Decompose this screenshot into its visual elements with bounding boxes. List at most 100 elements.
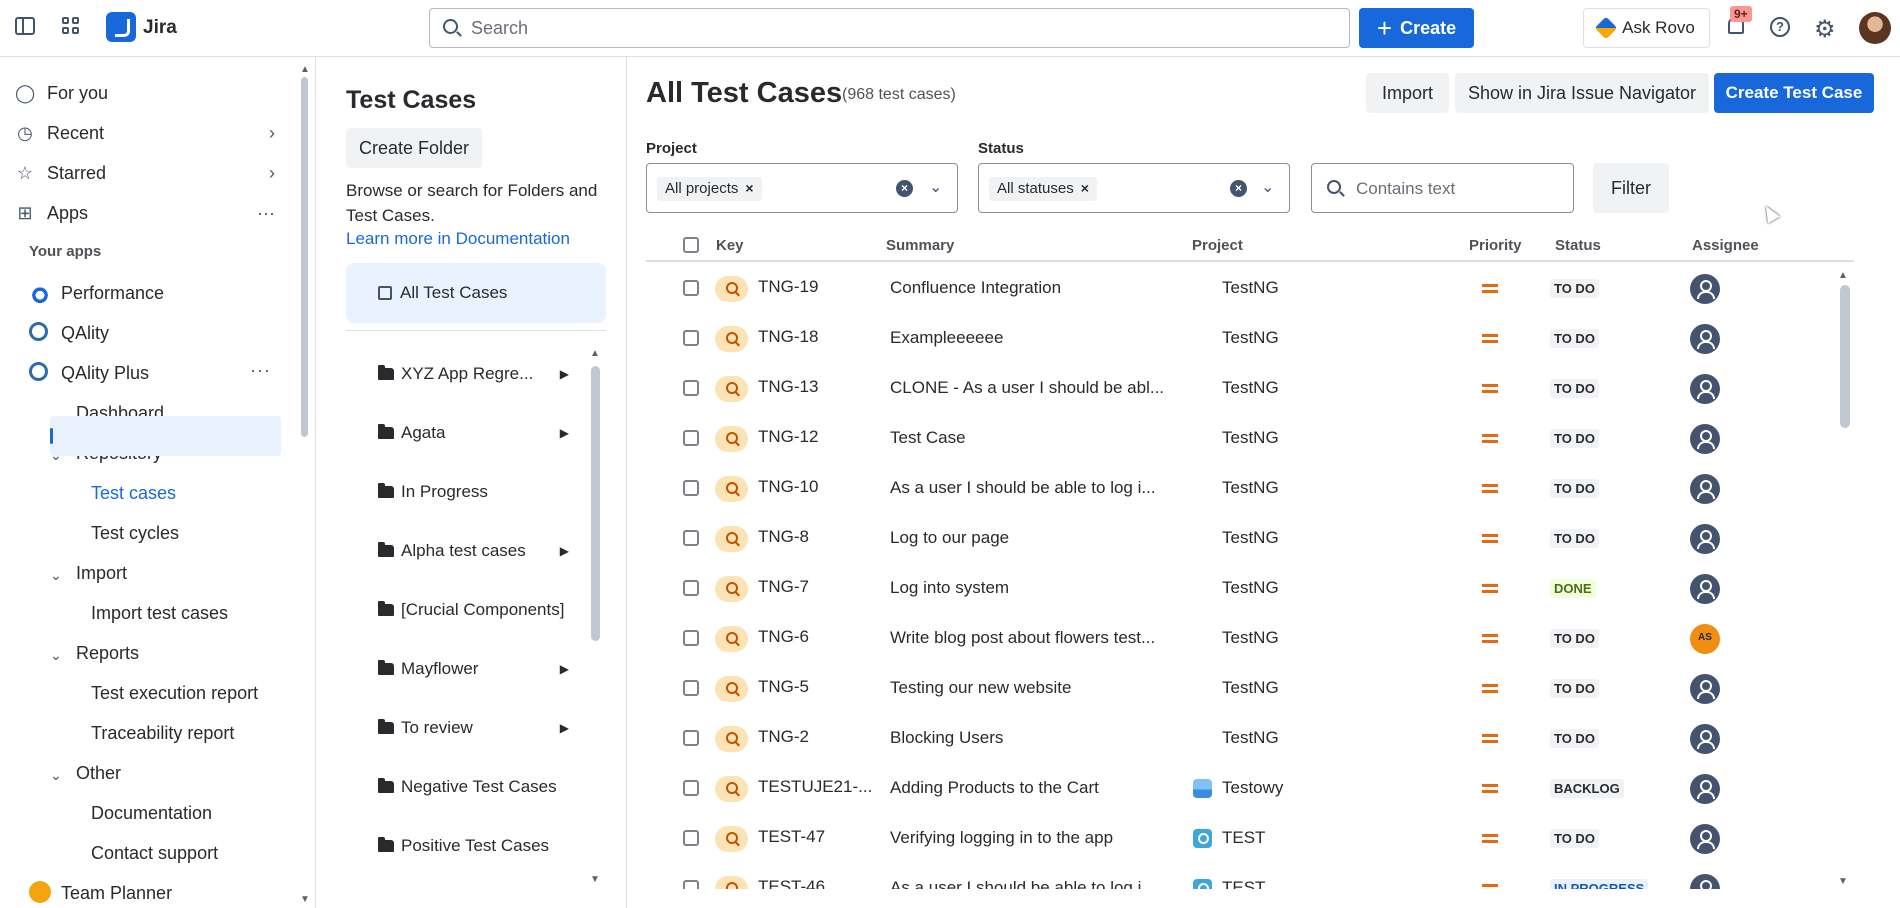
folder-scrollbar-thumb[interactable] xyxy=(591,366,600,641)
unassigned-avatar-icon[interactable] xyxy=(1690,424,1720,454)
row-key[interactable]: TNG-8 xyxy=(758,527,809,547)
unassigned-avatar-icon[interactable] xyxy=(1690,874,1720,889)
row-summary[interactable]: Exampleeeeee xyxy=(890,328,1003,348)
unassigned-avatar-icon[interactable] xyxy=(1690,674,1720,704)
unassigned-avatar-icon[interactable] xyxy=(1690,824,1720,854)
scroll-up-arrow-icon[interactable]: ▲ xyxy=(300,64,310,75)
folder-item[interactable]: To review ▶ xyxy=(378,713,573,743)
user-avatar[interactable] xyxy=(1859,12,1891,44)
create-button[interactable]: + Create xyxy=(1359,8,1474,48)
chevron-right-icon[interactable]: ▶ xyxy=(560,544,569,558)
clear-icon[interactable]: × xyxy=(896,180,913,197)
table-row[interactable]: TNG-13 CLONE - As a user I should be abl.… xyxy=(646,364,1841,414)
column-priority[interactable]: Priority xyxy=(1469,237,1522,254)
show-in-issue-navigator-button[interactable]: Show in Jira Issue Navigator xyxy=(1455,73,1709,113)
sidebar-item-for-you[interactable]: ◯ For you xyxy=(15,76,275,110)
search-input[interactable]: Search xyxy=(429,8,1350,48)
table-row[interactable]: TNG-10 As a user I should be able to log … xyxy=(646,464,1841,514)
table-row[interactable]: TEST-46 As a user I should be able to log… xyxy=(646,864,1841,889)
row-key[interactable]: TNG-13 xyxy=(758,377,818,397)
unassigned-avatar-icon[interactable] xyxy=(1690,724,1720,754)
row-checkbox[interactable] xyxy=(683,330,699,346)
ask-rovo-button[interactable]: Ask Rovo xyxy=(1583,8,1710,48)
row-summary[interactable]: Verifying logging in to the app xyxy=(890,828,1113,848)
remove-chip-icon[interactable]: × xyxy=(1081,180,1089,196)
scrollbar-thumb[interactable] xyxy=(301,77,308,437)
row-key[interactable]: TEST-46 xyxy=(758,877,825,889)
row-checkbox[interactable] xyxy=(683,280,699,296)
jira-logo-icon[interactable] xyxy=(106,12,136,42)
unassigned-avatar-icon[interactable] xyxy=(1690,524,1720,554)
column-status[interactable]: Status xyxy=(1555,237,1601,254)
row-checkbox[interactable] xyxy=(683,780,699,796)
row-checkbox[interactable] xyxy=(683,430,699,446)
chevron-down-icon[interactable]: ⌄ xyxy=(50,767,62,784)
sidebar-item-documentation[interactable]: Documentation xyxy=(91,803,212,824)
import-button[interactable]: Import xyxy=(1366,73,1449,113)
row-checkbox[interactable] xyxy=(683,730,699,746)
sidebar-item-test-cases[interactable]: Test cases xyxy=(91,483,176,504)
scroll-up-arrow-icon[interactable]: ▲ xyxy=(1838,270,1848,281)
scroll-down-arrow-icon[interactable]: ▼ xyxy=(1838,876,1848,887)
folder-item[interactable]: [Crucial Components] xyxy=(378,595,573,625)
column-assignee[interactable]: Assignee xyxy=(1692,237,1759,254)
scroll-up-arrow-icon[interactable]: ▲ xyxy=(590,348,600,359)
table-row[interactable]: TNG-19 Confluence Integration TestNG TO DO xyxy=(646,264,1841,314)
chevron-right-icon[interactable]: ▶ xyxy=(560,426,569,440)
row-summary[interactable]: As a user I should be able to log i... xyxy=(890,878,1156,889)
sidebar-item-import-test-cases[interactable]: Import test cases xyxy=(91,603,228,624)
more-actions-icon[interactable]: ··· xyxy=(257,203,275,224)
sidebar-app-qality[interactable]: QAlity xyxy=(61,323,109,344)
sidebar-item-test-cycles[interactable]: Test cycles xyxy=(91,523,179,544)
row-checkbox[interactable] xyxy=(683,580,699,596)
row-summary[interactable]: Testing our new website xyxy=(890,678,1071,698)
folder-item[interactable]: Alpha test cases ▶ xyxy=(378,536,573,566)
folder-item[interactable]: Negative Test Cases xyxy=(378,772,573,802)
sidebar-scrollbar[interactable] xyxy=(296,57,312,908)
table-row[interactable]: TEST-47 Verifying logging in to the app TE… xyxy=(646,814,1841,864)
assignee-avatar[interactable]: AS xyxy=(1690,624,1720,654)
chevron-down-icon[interactable]: ⌄ xyxy=(50,647,62,664)
status-filter-select[interactable]: All statuses × × ⌄ xyxy=(978,163,1290,213)
folder-item[interactable]: Agata ▶ xyxy=(378,418,573,448)
unassigned-avatar-icon[interactable] xyxy=(1690,374,1720,404)
table-row[interactable]: TNG-5 Testing our new website TestNG TO DO xyxy=(646,664,1841,714)
select-all-checkbox[interactable] xyxy=(683,237,699,253)
row-checkbox[interactable] xyxy=(683,680,699,696)
row-summary[interactable]: Log to our page xyxy=(890,528,1009,548)
remove-chip-icon[interactable]: × xyxy=(745,180,753,196)
row-key[interactable]: TNG-10 xyxy=(758,477,818,497)
row-checkbox[interactable] xyxy=(683,880,699,889)
sidebar-item-contact-support[interactable]: Contact support xyxy=(91,843,218,864)
chevron-down-icon[interactable]: ⌄ xyxy=(929,177,942,197)
row-summary[interactable]: CLONE - As a user I should be abl... xyxy=(890,378,1164,398)
table-row[interactable]: TNG-18 Exampleeeeee TestNG TO DO xyxy=(646,314,1841,364)
sidebar-item-recent[interactable]: ◷ Recent › xyxy=(15,116,275,150)
row-summary[interactable]: Log into system xyxy=(890,578,1009,598)
column-project[interactable]: Project xyxy=(1192,237,1243,254)
row-key[interactable]: TNG-5 xyxy=(758,677,809,697)
column-key[interactable]: Key xyxy=(716,237,744,254)
chevron-down-icon[interactable]: ⌄ xyxy=(50,567,62,584)
create-test-case-button[interactable]: Create Test Case xyxy=(1714,73,1874,113)
row-key[interactable]: TNG-19 xyxy=(758,277,818,297)
sidebar-item-test-execution-report[interactable]: Test execution report xyxy=(91,683,258,704)
folder-item[interactable]: Positive Test Cases xyxy=(378,831,573,861)
row-summary[interactable]: Blocking Users xyxy=(890,728,1003,748)
row-key[interactable]: TNG-12 xyxy=(758,427,818,447)
help-icon[interactable]: ? xyxy=(1770,17,1790,37)
row-key[interactable]: TNG-7 xyxy=(758,577,809,597)
sidebar-item-other[interactable]: Other xyxy=(76,763,121,784)
sidebar-app-team-planner[interactable]: Team Planner xyxy=(61,883,172,904)
table-row[interactable]: TNG-6 Write blog post about flowers test.… xyxy=(646,614,1841,664)
sidebar-item-test-cases-active-bg[interactable] xyxy=(50,416,281,456)
sidebar-item-traceability-report[interactable]: Traceability report xyxy=(91,723,234,744)
chevron-down-icon[interactable]: ⌄ xyxy=(1261,177,1274,197)
row-summary[interactable]: Confluence Integration xyxy=(890,278,1061,298)
folder-item[interactable]: XYZ App Regre... ▶ xyxy=(378,359,573,389)
row-key[interactable]: TNG-18 xyxy=(758,327,818,347)
sidebar-item-import[interactable]: Import xyxy=(76,563,127,584)
learn-more-link[interactable]: Learn more in Documentation xyxy=(346,229,570,249)
folder-item[interactable]: Mayflower ▶ xyxy=(378,654,573,684)
sidebar-toggle-icon[interactable] xyxy=(15,17,35,35)
